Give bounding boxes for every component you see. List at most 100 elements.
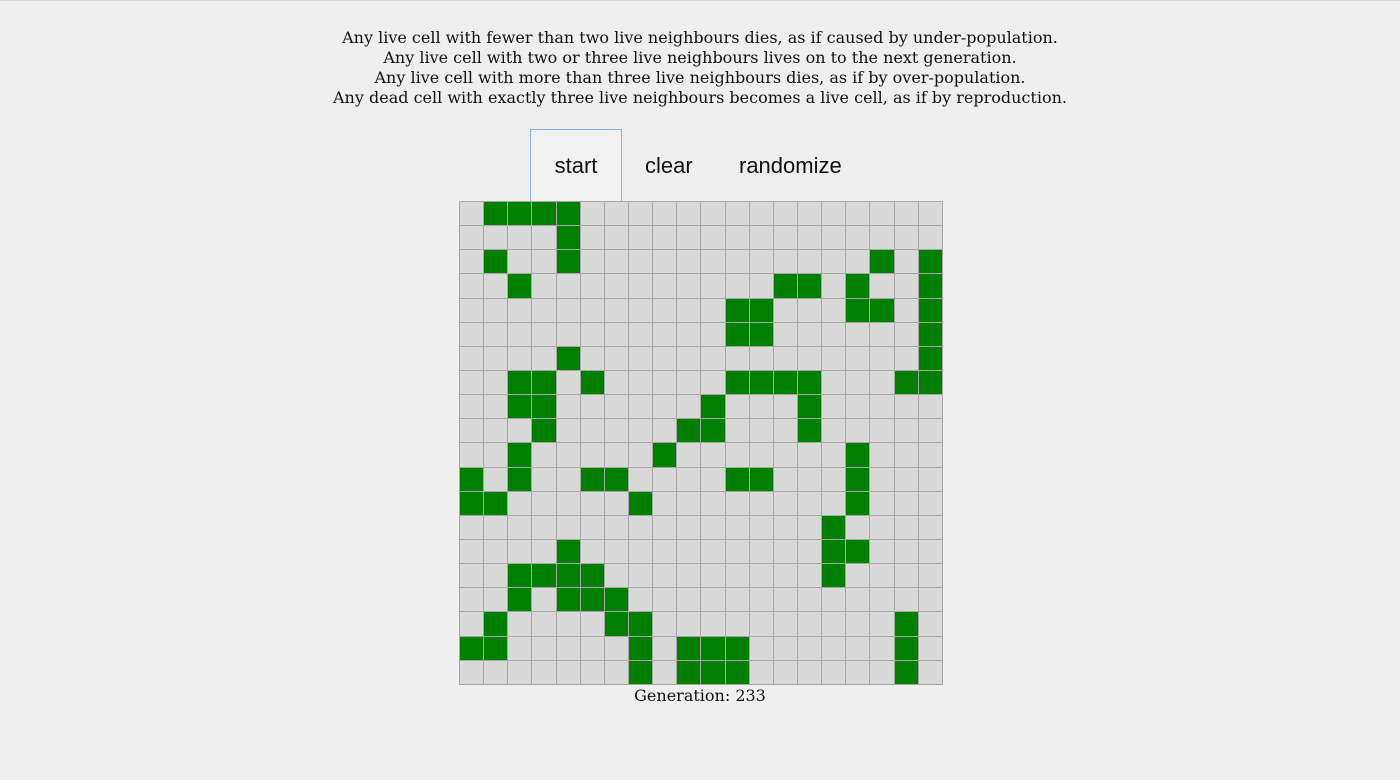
dead-cell[interactable]	[628, 419, 654, 444]
dead-cell[interactable]	[604, 539, 629, 565]
dead-cell[interactable]	[508, 636, 533, 661]
live-cell[interactable]	[532, 370, 557, 396]
dead-cell[interactable]	[846, 322, 871, 347]
dead-cell[interactable]	[628, 298, 654, 323]
dead-cell[interactable]	[749, 250, 774, 275]
dead-cell[interactable]	[653, 515, 678, 540]
dead-cell[interactable]	[701, 346, 726, 371]
dead-cell[interactable]	[870, 515, 895, 540]
dead-cell[interactable]	[822, 202, 847, 227]
dead-cell[interactable]	[653, 395, 678, 420]
live-cell[interactable]	[749, 467, 774, 492]
dead-cell[interactable]	[701, 564, 726, 589]
dead-cell[interactable]	[532, 274, 557, 299]
live-cell[interactable]	[773, 274, 798, 299]
dead-cell[interactable]	[604, 443, 629, 468]
live-cell[interactable]	[797, 395, 823, 420]
dead-cell[interactable]	[725, 202, 750, 227]
dead-cell[interactable]	[532, 539, 557, 565]
live-cell[interactable]	[701, 660, 726, 685]
dead-cell[interactable]	[749, 539, 774, 565]
dead-cell[interactable]	[846, 588, 871, 613]
dead-cell[interactable]	[677, 395, 702, 420]
dead-cell[interactable]	[701, 515, 726, 540]
dead-cell[interactable]	[894, 491, 919, 516]
dead-cell[interactable]	[918, 202, 943, 227]
dead-cell[interactable]	[677, 226, 702, 251]
dead-cell[interactable]	[604, 564, 629, 589]
dead-cell[interactable]	[653, 298, 678, 323]
dead-cell[interactable]	[701, 274, 726, 299]
dead-cell[interactable]	[846, 346, 871, 371]
live-cell[interactable]	[701, 419, 726, 444]
dead-cell[interactable]	[725, 395, 750, 420]
live-cell[interactable]	[532, 202, 557, 227]
dead-cell[interactable]	[677, 491, 702, 516]
dead-cell[interactable]	[701, 370, 726, 396]
dead-cell[interactable]	[725, 274, 750, 299]
dead-cell[interactable]	[701, 443, 726, 468]
live-cell[interactable]	[508, 564, 533, 589]
live-cell[interactable]	[508, 274, 533, 299]
dead-cell[interactable]	[725, 539, 750, 565]
dead-cell[interactable]	[508, 539, 533, 565]
dead-cell[interactable]	[460, 612, 485, 637]
dead-cell[interactable]	[580, 346, 605, 371]
dead-cell[interactable]	[556, 491, 581, 516]
dead-cell[interactable]	[460, 660, 485, 685]
live-cell[interactable]	[846, 274, 871, 299]
dead-cell[interactable]	[894, 467, 919, 492]
dead-cell[interactable]	[653, 370, 678, 396]
dead-cell[interactable]	[580, 250, 605, 275]
live-cell[interactable]	[484, 491, 509, 516]
dead-cell[interactable]	[580, 202, 605, 227]
dead-cell[interactable]	[822, 636, 847, 661]
dead-cell[interactable]	[677, 612, 702, 637]
live-cell[interactable]	[918, 322, 943, 347]
dead-cell[interactable]	[508, 612, 533, 637]
dead-cell[interactable]	[532, 588, 557, 613]
dead-cell[interactable]	[677, 322, 702, 347]
dead-cell[interactable]	[628, 515, 654, 540]
live-cell[interactable]	[628, 612, 654, 637]
dead-cell[interactable]	[894, 346, 919, 371]
dead-cell[interactable]	[797, 322, 823, 347]
live-cell[interactable]	[556, 250, 581, 275]
dead-cell[interactable]	[604, 250, 629, 275]
dead-cell[interactable]	[484, 395, 509, 420]
dead-cell[interactable]	[846, 660, 871, 685]
dead-cell[interactable]	[556, 660, 581, 685]
dead-cell[interactable]	[773, 202, 798, 227]
dead-cell[interactable]	[653, 539, 678, 565]
live-cell[interactable]	[846, 539, 871, 565]
dead-cell[interactable]	[894, 274, 919, 299]
live-cell[interactable]	[894, 370, 919, 396]
dead-cell[interactable]	[894, 419, 919, 444]
dead-cell[interactable]	[653, 419, 678, 444]
dead-cell[interactable]	[701, 322, 726, 347]
dead-cell[interactable]	[822, 322, 847, 347]
dead-cell[interactable]	[846, 419, 871, 444]
live-cell[interactable]	[508, 395, 533, 420]
dead-cell[interactable]	[460, 564, 485, 589]
dead-cell[interactable]	[628, 202, 654, 227]
dead-cell[interactable]	[556, 515, 581, 540]
dead-cell[interactable]	[725, 491, 750, 516]
dead-cell[interactable]	[846, 250, 871, 275]
dead-cell[interactable]	[773, 298, 798, 323]
dead-cell[interactable]	[725, 612, 750, 637]
dead-cell[interactable]	[532, 636, 557, 661]
dead-cell[interactable]	[918, 564, 943, 589]
dead-cell[interactable]	[918, 660, 943, 685]
live-cell[interactable]	[484, 636, 509, 661]
dead-cell[interactable]	[797, 346, 823, 371]
dead-cell[interactable]	[604, 660, 629, 685]
dead-cell[interactable]	[797, 612, 823, 637]
dead-cell[interactable]	[773, 515, 798, 540]
dead-cell[interactable]	[532, 660, 557, 685]
dead-cell[interactable]	[870, 636, 895, 661]
dead-cell[interactable]	[773, 660, 798, 685]
dead-cell[interactable]	[870, 443, 895, 468]
dead-cell[interactable]	[797, 491, 823, 516]
dead-cell[interactable]	[604, 298, 629, 323]
